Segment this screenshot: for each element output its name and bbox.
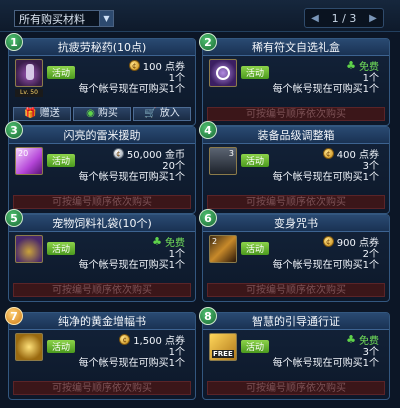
purchase-limit: 每个帐号现在可购买1个 xyxy=(272,358,379,369)
item-card-6: 6 变身咒书 2 活动 ¢ 900 点券 2个 每个帐号现在可购买1个 可按编号… xyxy=(199,209,390,302)
rune-box-icon[interactable] xyxy=(209,59,237,87)
prev-page-icon[interactable]: ◀ xyxy=(308,11,322,25)
coupon-icon: ¢ xyxy=(322,148,334,159)
purchase-order-button[interactable]: 可按编号顺序依次购买 xyxy=(13,283,191,297)
buy-button[interactable]: ◉ 购买 xyxy=(73,107,131,121)
buy-label: 购买 xyxy=(97,108,118,119)
purchase-order-button[interactable]: 可按编号顺序依次购买 xyxy=(13,195,191,209)
pet-food-bag-icon[interactable] xyxy=(15,235,43,263)
purchase-limit: 每个帐号现在可购买1个 xyxy=(272,260,379,271)
gold-amplify-book-icon[interactable] xyxy=(15,333,43,361)
gift-label: 赠送 xyxy=(39,108,60,119)
purchase-order-button[interactable]: 可按编号顺序依次购买 xyxy=(207,195,385,209)
purchase-order-button[interactable]: 可按编号顺序依次购买 xyxy=(207,381,385,395)
add-label: 放入 xyxy=(159,108,180,119)
event-badge: 活动 xyxy=(47,242,75,255)
chevron-down-icon[interactable]: ▼ xyxy=(99,11,113,26)
item-card-1: 1 抗疲劳秘药(10点) Lv. 50 活动 ¢ 100 点券 1个 每个帐号现… xyxy=(5,33,196,126)
item-title: 变身咒书 xyxy=(203,215,389,232)
gift-button[interactable]: 🎁 赠送 xyxy=(13,107,71,121)
clover-icon: ♣ xyxy=(152,235,162,248)
event-badge: 活动 xyxy=(241,66,269,79)
coupon-icon: ¢ xyxy=(128,60,140,71)
gift-icon: 🎁 xyxy=(24,108,37,119)
number-badge: 4 xyxy=(199,121,217,139)
icon-count: 20 xyxy=(18,149,29,158)
item-title: 智慧的引导通行证 xyxy=(203,313,389,330)
number-badge: 1 xyxy=(5,33,23,51)
item-title: 纯净的黄金增幅书 xyxy=(9,313,195,330)
event-badge: 活动 xyxy=(47,340,75,353)
filter-label: 所有购买材料 xyxy=(19,12,85,26)
clover-icon: ♣ xyxy=(346,333,356,346)
number-badge: 6 xyxy=(199,209,217,227)
filter-dropdown[interactable]: 所有购买材料 ▼ xyxy=(14,10,114,27)
action-buttons: 🎁 赠送 ◉ 购买 🛒 放入 xyxy=(13,107,191,121)
event-badge: 活动 xyxy=(241,242,269,255)
level-label: Lv. 50 xyxy=(15,89,43,97)
item-card-7: 7 纯净的黄金增幅书 活动 ¢ 1,500 点券 1个 每个帐号现在可购买1个 … xyxy=(5,307,196,400)
item-title: 闪亮的雷米援助 xyxy=(9,127,195,144)
item-card-4: 4 装备品级调整箱 3 活动 ¢ 400 点券 3个 每个帐号现在可购买1个 可… xyxy=(199,121,390,214)
pagination: ◀ 1 / 3 ▶ xyxy=(304,8,384,28)
purchase-order-button[interactable]: 可按编号顺序依次购买 xyxy=(207,107,385,121)
equipment-box-icon[interactable]: 3 xyxy=(209,147,237,175)
item-title: 抗疲劳秘药(10点) xyxy=(9,39,195,56)
event-badge: 活动 xyxy=(47,66,75,79)
coin-icon: ◉ xyxy=(86,108,95,119)
event-badge: 活动 xyxy=(47,154,75,167)
page-indicator: 1 / 3 xyxy=(331,11,357,25)
free-stamp: FREE xyxy=(212,350,234,358)
coupon-icon: ¢ xyxy=(119,334,131,345)
purchase-limit: 每个帐号现在可购买1个 xyxy=(78,172,185,183)
free-pass-icon[interactable]: FREE xyxy=(209,333,237,361)
item-card-8: 8 智慧的引导通行证 FREE 活动 ♣ 免费 3个 每个帐号现在可购买1个 可… xyxy=(199,307,390,400)
item-title: 装备品级调整箱 xyxy=(203,127,389,144)
clover-icon: ♣ xyxy=(346,59,356,72)
item-title: 宠物饲料礼袋(10个) xyxy=(9,215,195,232)
purchase-limit: 每个帐号现在可购买1个 xyxy=(78,260,185,271)
number-badge: 5 xyxy=(5,209,23,227)
number-badge: 2 xyxy=(199,33,217,51)
number-badge: 3 xyxy=(5,121,23,139)
item-card-3: 3 闪亮的雷米援助 20 活动 ¢ 50,000 金币 20个 每个帐号现在可购… xyxy=(5,121,196,214)
add-to-cart-button[interactable]: 🛒 放入 xyxy=(133,107,191,121)
purchase-limit: 每个帐号现在可购买1个 xyxy=(78,84,185,95)
transform-scroll-icon[interactable]: 2 xyxy=(209,235,237,263)
top-bar: 所有购买材料 ▼ ◀ 1 / 3 ▶ xyxy=(0,0,400,32)
event-badge: 活动 xyxy=(241,154,269,167)
item-card-5: 5 宠物饲料礼袋(10个) 活动 ♣ 免费 1个 每个帐号现在可购买1个 可按编… xyxy=(5,209,196,302)
purchase-order-button[interactable]: 可按编号顺序依次购买 xyxy=(13,381,191,395)
icon-count: 2 xyxy=(212,237,218,246)
purchase-limit: 每个帐号现在可购买1个 xyxy=(78,358,185,369)
item-title: 稀有符文自选礼盒 xyxy=(203,39,389,56)
purchase-limit: 每个帐号现在可购买1个 xyxy=(272,84,379,95)
icon-count: 3 xyxy=(228,149,234,158)
number-badge: 8 xyxy=(199,307,217,325)
cart-icon: 🛒 xyxy=(144,108,157,119)
coupon-icon: ¢ xyxy=(322,236,334,247)
remy-aid-icon[interactable]: 20 xyxy=(15,147,43,175)
gold-coin-icon: ¢ xyxy=(112,148,124,159)
potion-icon[interactable] xyxy=(15,59,43,87)
number-badge: 7 xyxy=(5,307,23,325)
purchase-order-button[interactable]: 可按编号顺序依次购买 xyxy=(207,283,385,297)
item-card-2: 2 稀有符文自选礼盒 活动 ♣ 免费 1个 每个帐号现在可购买1个 可按编号顺序… xyxy=(199,33,390,126)
purchase-limit: 每个帐号现在可购买1个 xyxy=(272,172,379,183)
event-badge: 活动 xyxy=(241,340,269,353)
next-page-icon[interactable]: ▶ xyxy=(366,11,380,25)
